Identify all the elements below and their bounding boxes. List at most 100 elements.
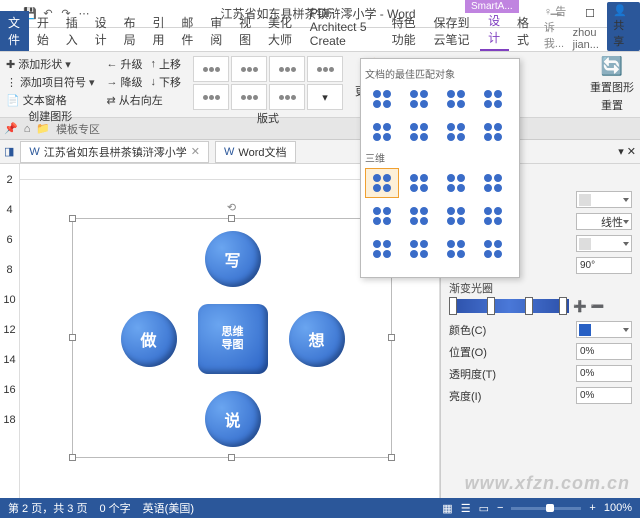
zoom-out-icon[interactable]: − <box>497 502 503 514</box>
panel-close-icon[interactable]: ▾ ✕ <box>618 145 636 158</box>
tab-start[interactable]: 开始 <box>29 11 58 51</box>
style-option-selected[interactable] <box>365 168 399 198</box>
tab-special[interactable]: 特色功能 <box>384 11 426 51</box>
layout-option[interactable] <box>307 56 343 82</box>
tab-layout[interactable]: 布局 <box>116 11 145 51</box>
resize-handle[interactable] <box>69 215 76 222</box>
gradient-stop[interactable] <box>487 297 495 315</box>
down-button[interactable]: ↓ 下移 <box>151 74 182 90</box>
style-option[interactable] <box>365 117 399 147</box>
tab-format[interactable]: 格式 <box>509 11 538 51</box>
tab-pdf[interactable]: PDF Architect 5 Create <box>302 3 384 51</box>
style-option[interactable] <box>402 117 436 147</box>
gradient-stop[interactable] <box>559 297 567 315</box>
style-option[interactable] <box>476 168 510 198</box>
smartart-left[interactable]: 做 <box>121 311 177 367</box>
style-option[interactable] <box>402 168 436 198</box>
tab-insert[interactable]: 插入 <box>58 11 87 51</box>
tab-beautify[interactable]: 美化大师 <box>260 11 302 51</box>
tell-me[interactable]: ♀ 告诉我... <box>544 3 573 51</box>
templates-label[interactable]: 模板专区 <box>56 121 100 137</box>
resize-handle[interactable] <box>388 334 395 341</box>
position-input[interactable] <box>576 343 632 360</box>
word-count[interactable]: 0 个字 <box>99 500 130 516</box>
folder-icon[interactable]: 📁 <box>36 122 50 135</box>
share-button[interactable]: 👤 共享 <box>607 2 640 51</box>
view-read-icon[interactable]: ☰ <box>461 502 471 515</box>
zoom-slider[interactable] <box>511 507 581 510</box>
up-button[interactable]: ↑ 上移 <box>151 56 182 72</box>
layout-option[interactable] <box>269 56 305 82</box>
smartart-bottom[interactable]: 说 <box>205 391 261 447</box>
add-stop-icon[interactable]: ➕ <box>573 300 587 313</box>
zoom-in-icon[interactable]: + <box>589 502 595 514</box>
preset-grad-combo[interactable] <box>576 191 632 208</box>
tab-mail[interactable]: 邮件 <box>173 11 202 51</box>
style-option[interactable] <box>439 117 473 147</box>
style-option[interactable] <box>365 84 399 114</box>
demote-button[interactable]: → 降级 <box>107 74 143 90</box>
tab-design2[interactable]: 设计 <box>480 9 509 51</box>
promote-button[interactable]: ← 升级 <box>107 56 143 72</box>
resize-handle[interactable] <box>228 215 235 222</box>
smartart-top[interactable]: 写 <box>205 231 261 287</box>
tab-review[interactable]: 审阅 <box>202 11 231 51</box>
angle-input[interactable] <box>576 257 632 274</box>
smartart-right[interactable]: 想 <box>289 311 345 367</box>
style-option[interactable] <box>476 201 510 231</box>
style-option[interactable] <box>439 84 473 114</box>
doc-tab-1[interactable]: W江苏省如东县栟茶镇浒澪小学✕ <box>20 141 209 163</box>
style-option[interactable] <box>476 117 510 147</box>
page-status[interactable]: 第 2 页，共 3 页 <box>8 500 87 516</box>
gradient-bar[interactable] <box>449 299 569 313</box>
style-option[interactable] <box>439 168 473 198</box>
layout-option[interactable] <box>193 84 229 110</box>
style-option[interactable] <box>476 234 510 264</box>
transparency-input[interactable] <box>576 365 632 382</box>
language-status[interactable]: 英语(美国) <box>143 500 194 516</box>
layout-option[interactable] <box>193 56 229 82</box>
tab-cloud[interactable]: 保存到云笔记 <box>425 11 480 51</box>
gradient-stop[interactable] <box>525 297 533 315</box>
direction-combo[interactable] <box>576 235 632 252</box>
maximize-icon[interactable]: ☐ <box>578 5 602 23</box>
resize-handle[interactable] <box>388 454 395 461</box>
tab-file[interactable]: 文件 <box>0 11 29 51</box>
style-option[interactable] <box>402 234 436 264</box>
brightness-input[interactable] <box>576 387 632 404</box>
user-label[interactable]: zhou jian... <box>573 27 602 51</box>
resize-handle[interactable] <box>69 454 76 461</box>
resize-handle[interactable] <box>228 454 235 461</box>
rotate-handle[interactable]: ⟲ <box>227 201 236 214</box>
add-shape-button[interactable]: ✚ 添加形状 ▾ <box>6 56 71 72</box>
style-option[interactable] <box>476 84 510 114</box>
layout-option[interactable] <box>269 84 305 110</box>
pin-icon[interactable]: 📌 <box>4 122 18 135</box>
rtl-button[interactable]: ⇄ 从右向左 <box>107 92 163 108</box>
style-option[interactable] <box>402 84 436 114</box>
text-pane-button[interactable]: 📄 文本窗格 <box>6 92 67 108</box>
remove-stop-icon[interactable]: ➖ <box>591 300 605 313</box>
nav-icon[interactable]: ◨ <box>4 145 14 158</box>
type-combo[interactable]: 线性 <box>576 213 632 230</box>
add-bullet-button[interactable]: ⋮ 添加项目符号 ▾ <box>6 74 95 90</box>
style-option[interactable] <box>402 201 436 231</box>
view-web-icon[interactable]: ▭ <box>479 502 489 515</box>
tab-view[interactable]: 视图 <box>231 11 260 51</box>
view-print-icon[interactable]: ▦ <box>442 502 452 515</box>
tab-design[interactable]: 设计 <box>87 11 116 51</box>
style-option[interactable] <box>365 234 399 264</box>
style-option[interactable] <box>439 201 473 231</box>
color-combo[interactable] <box>576 321 632 338</box>
style-option[interactable] <box>439 234 473 264</box>
reset-graphic-icon[interactable]: 🔄 <box>601 56 623 77</box>
layout-option[interactable] <box>231 56 267 82</box>
close-tab-icon[interactable]: ✕ <box>191 145 200 158</box>
smartart-center[interactable]: 思维 导图 <box>198 304 268 374</box>
resize-handle[interactable] <box>69 334 76 341</box>
layout-more[interactable]: ▾ <box>307 84 343 110</box>
smartart-frame[interactable]: ⟲ 思维 导图 写 做 想 说 <box>72 218 392 458</box>
zoom-level[interactable]: 100% <box>604 502 632 514</box>
doc-tab-2[interactable]: WWord文档 <box>215 141 295 163</box>
layout-option[interactable] <box>231 84 267 110</box>
